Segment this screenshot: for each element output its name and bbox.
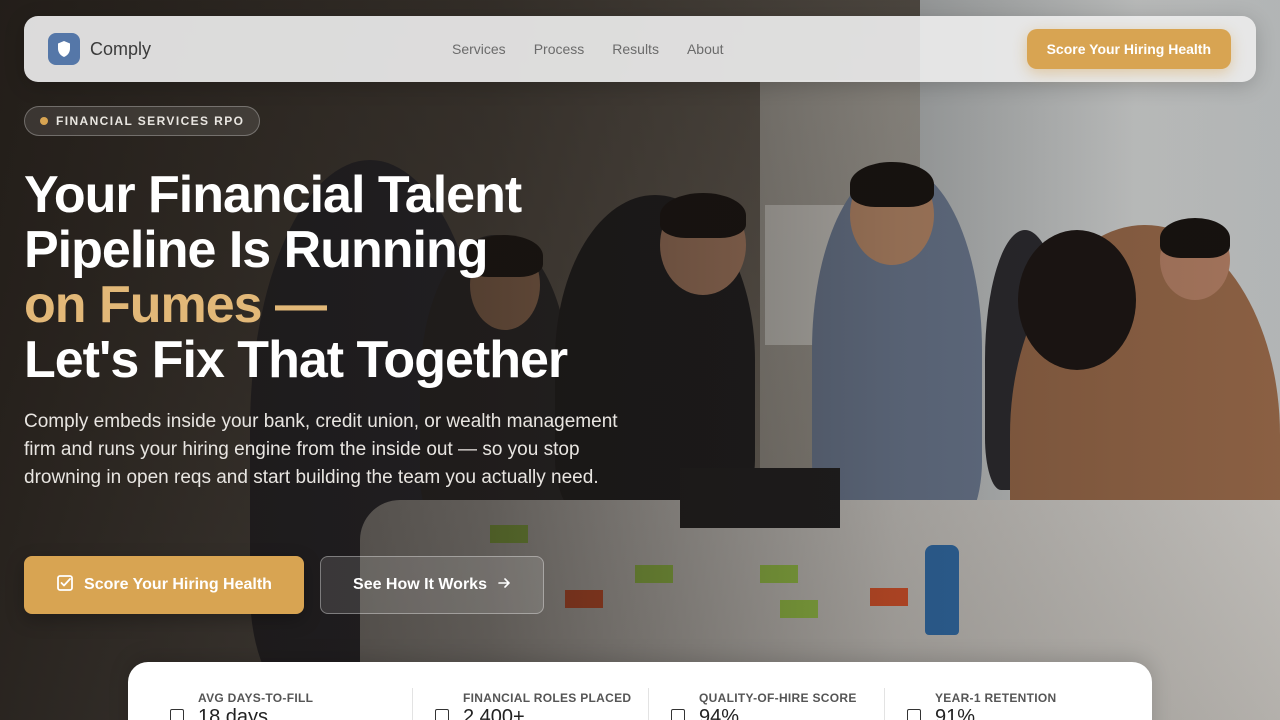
stat-value: 91% — [935, 706, 976, 720]
primary-cta-label: Score Your Hiring Health — [84, 576, 272, 593]
stat-icon — [907, 709, 921, 720]
top-navbar: Comply Services Process Results About Sc… — [24, 16, 1256, 82]
hero-headline: Your Financial Talent Pipeline Is Runnin… — [24, 168, 664, 388]
nav-link-process[interactable]: Process — [534, 41, 585, 57]
stat-divider — [884, 688, 885, 720]
nav-link-results[interactable]: Results — [612, 41, 659, 57]
shield-icon — [48, 33, 80, 65]
hero-subtext: Comply embeds inside your bank, credit u… — [24, 411, 618, 488]
headline-line-4: Let's Fix That Together — [24, 331, 568, 389]
stat-value: 2,400+ — [463, 706, 525, 720]
stat-icon — [671, 709, 685, 720]
arrow-right-icon — [497, 576, 511, 595]
badge-text: FINANCIAL SERVICES RPO — [56, 114, 245, 128]
stat-icon — [435, 709, 449, 720]
nav-link-about[interactable]: About — [687, 41, 724, 57]
stat-value: 18 days — [198, 706, 269, 720]
brand[interactable]: Comply — [48, 33, 151, 65]
stat-label: QUALITY-OF-HIRE SCORE — [699, 691, 857, 705]
score-hiring-health-button[interactable]: Score Your Hiring Health — [24, 556, 304, 614]
badge-dot — [40, 117, 48, 125]
headline-line-1: Your Financial Talent — [24, 166, 522, 224]
hero-badge: FINANCIAL SERVICES RPO — [24, 106, 261, 136]
headline-line-2: Pipeline Is Running — [24, 221, 488, 279]
stat-icon — [170, 709, 184, 720]
stat-divider — [648, 688, 649, 720]
stat-label: AVG DAYS-TO-FILL — [198, 691, 314, 705]
secondary-cta-label: See How It Works — [353, 576, 487, 593]
stats-bar: AVG DAYS-TO-FILL 18 days FINANCIAL ROLES… — [128, 662, 1152, 720]
nav-link-services[interactable]: Services — [452, 41, 506, 57]
brand-name: Comply — [90, 38, 152, 59]
see-how-it-works-button[interactable]: See How It Works — [320, 556, 544, 614]
headline-accent: on Fumes — — [24, 276, 327, 334]
stat-value: 94% — [699, 706, 740, 720]
nav-score-hiring-health-button[interactable]: Score Your Hiring Health — [1026, 29, 1231, 69]
checkbox-icon — [56, 574, 74, 597]
stat-divider — [412, 688, 413, 720]
stat-label: YEAR-1 RETENTION — [935, 691, 1057, 705]
nav-links: Services Process Results About — [452, 41, 724, 57]
stat-label: FINANCIAL ROLES PLACED — [463, 691, 632, 705]
